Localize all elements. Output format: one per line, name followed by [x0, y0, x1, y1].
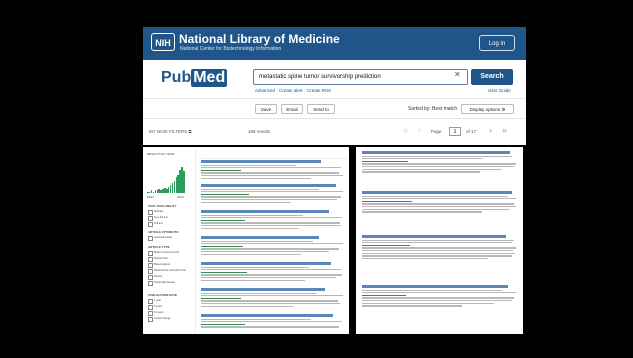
filter-label: Review: [154, 275, 163, 278]
filter-label: 1 year: [154, 299, 161, 302]
nih-logo[interactable]: NIH: [151, 33, 175, 51]
result-item[interactable]: [362, 191, 519, 213]
create-rss-link[interactable]: Create RSS: [307, 88, 331, 93]
nlm-title: National Library of Medicine: [179, 32, 340, 46]
divider: [143, 118, 526, 119]
filter-label: Associated data: [154, 236, 172, 239]
pubmed-logo-pub: Pub: [161, 69, 192, 86]
page-label: Page: [431, 129, 442, 134]
next-page-icon[interactable]: ›: [489, 126, 492, 135]
email-button[interactable]: Email: [281, 104, 303, 114]
result-item[interactable]: [362, 151, 519, 173]
filter-checkbox[interactable]: [148, 222, 153, 227]
results-count: 168 results: [248, 129, 271, 134]
clear-search-icon[interactable]: ✕: [454, 70, 461, 79]
filter-label: Abstract: [154, 210, 164, 213]
last-page-icon[interactable]: »: [502, 126, 507, 135]
result-item[interactable]: [201, 160, 345, 179]
save-button[interactable]: Save: [255, 104, 277, 114]
create-alert-link[interactable]: Create alert: [279, 88, 303, 93]
user-guide-link[interactable]: User Guide: [488, 88, 511, 93]
result-item[interactable]: [201, 288, 345, 307]
my-ncbi-filters-label: MY NCBI FILTERS: [149, 129, 188, 134]
pubmed-logo[interactable]: Pub Med: [161, 69, 228, 87]
result-item[interactable]: [201, 314, 345, 328]
nlm-subtitle: National Center for Biotechnology Inform…: [180, 46, 282, 52]
pubmed-logo-med: Med: [191, 69, 228, 87]
result-item[interactable]: [201, 262, 345, 281]
filter-label: 10 years: [154, 311, 164, 314]
filter-label: Books and Documents: [154, 251, 180, 254]
result-item[interactable]: [201, 236, 345, 255]
filter-heading: ARTICLE ATTRIBUTE: [148, 230, 179, 234]
filter-checkbox[interactable]: [148, 263, 153, 268]
filter-label: Clinical Trial: [154, 257, 168, 260]
results-panel-continued: [356, 147, 523, 334]
filter-checkbox[interactable]: [148, 269, 153, 274]
filter-checkbox[interactable]: [148, 210, 153, 215]
nih-header-bar: NIH National Library of Medicine Nationa…: [143, 27, 526, 60]
filter-checkbox[interactable]: [148, 317, 153, 322]
filter-checkbox[interactable]: [148, 275, 153, 280]
divider: [143, 98, 526, 99]
results-by-year-graph[interactable]: [147, 167, 185, 193]
year-end: 2023: [177, 195, 184, 199]
filter-checkbox[interactable]: [148, 305, 153, 310]
sidebar-divider: [195, 147, 196, 334]
filter-heading: PUBLICATION DATE: [148, 293, 178, 297]
prev-page-icon[interactable]: ‹: [418, 126, 421, 135]
filter-checkbox[interactable]: [148, 257, 153, 262]
filter-label: Randomized Controlled Trial: [154, 269, 186, 272]
display-options-label: Display options: [469, 107, 501, 112]
filter-label: Free full text: [154, 216, 168, 219]
page-total: of 17: [466, 129, 477, 134]
results-panel: RESULTS BY YEAR 1994 2023 TEXT AVAILABIL…: [143, 147, 349, 334]
login-button[interactable]: Log in: [479, 35, 515, 51]
gear-icon: ⚙: [501, 107, 506, 112]
filter-label: Full text: [154, 222, 163, 225]
filter-checkbox[interactable]: [148, 216, 153, 221]
advanced-link[interactable]: Advanced: [255, 88, 275, 93]
filter-checkbox[interactable]: [148, 311, 153, 316]
external-link-icon: ⧉: [188, 129, 192, 134]
filter-label: Meta-Analysis: [154, 263, 170, 266]
pubmed-main-window: NIH National Library of Medicine Nationa…: [143, 27, 526, 145]
my-ncbi-filters[interactable]: MY NCBI FILTERS ⧉: [149, 129, 192, 134]
filter-heading: TEXT AVAILABILITY: [148, 204, 177, 208]
year-start: 1994: [147, 195, 154, 199]
sort-selector[interactable]: Sorted by: Best match: [408, 106, 457, 112]
filter-checkbox[interactable]: [148, 299, 153, 304]
result-item[interactable]: [362, 235, 519, 260]
display-options-button[interactable]: Display options ⚙: [461, 104, 514, 114]
filter-checkbox[interactable]: [148, 281, 153, 286]
search-button[interactable]: Search: [471, 69, 513, 85]
result-item[interactable]: [201, 184, 345, 203]
filter-heading: ARTICLE TYPE: [148, 245, 170, 249]
first-page-icon[interactable]: «: [403, 126, 408, 135]
filter-checkbox[interactable]: [148, 251, 153, 256]
send-to-button[interactable]: Send to: [307, 104, 335, 114]
filter-label: Custom Range: [154, 317, 171, 320]
filter-label: 5 years: [154, 305, 163, 308]
filter-checkbox[interactable]: [148, 236, 153, 241]
results-toolbar: [201, 151, 347, 159]
filter-label: Systematic Review: [154, 281, 176, 284]
timeline-label: RESULTS BY YEAR: [147, 152, 175, 156]
year-histogram-bar[interactable]: [183, 170, 185, 193]
result-item[interactable]: [201, 210, 345, 229]
search-input[interactable]: metastatic spine tumor survivorship pred…: [253, 69, 468, 85]
result-item[interactable]: [362, 285, 519, 307]
page-number-input[interactable]: 1: [449, 127, 461, 136]
